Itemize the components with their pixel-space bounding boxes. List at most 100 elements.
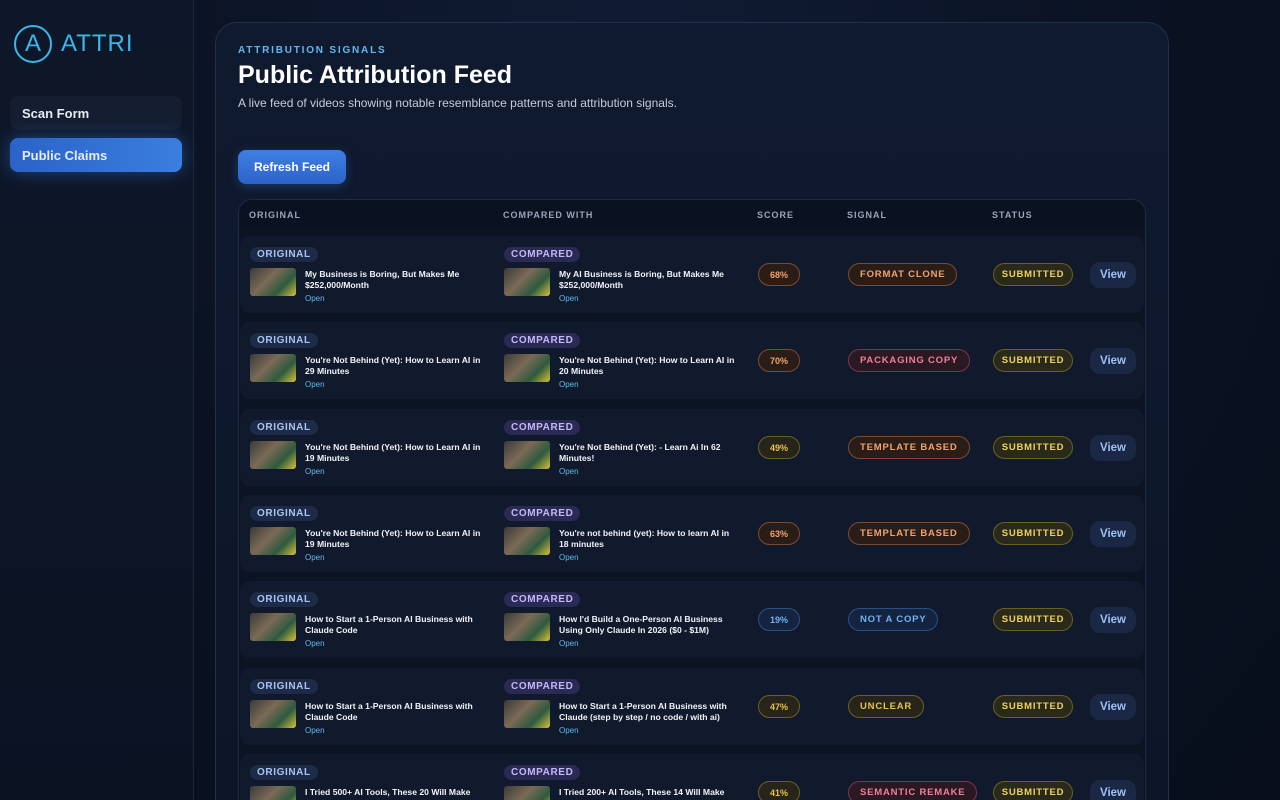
signal-badge: PACKAGING COPY [848, 349, 971, 372]
status-badge: SUBMITTED [993, 781, 1073, 800]
original-tag: ORIGINAL [250, 247, 318, 262]
score-badge: 19% [758, 608, 800, 631]
table-row: ORIGINAL How to Start a 1-Person AI Busi… [240, 668, 1144, 745]
original-thumbnail[interactable] [250, 527, 296, 555]
brand[interactable]: A ATTRI [14, 25, 134, 63]
compared-thumbnail[interactable] [504, 786, 550, 800]
status-badge: SUBMITTED [993, 263, 1073, 286]
brand-logo-icon: A [14, 25, 52, 63]
original-tag: ORIGINAL [250, 765, 318, 780]
original-title: You're Not Behind (Yet): How to Learn AI… [305, 442, 481, 463]
original-open-link[interactable]: Open [305, 380, 325, 389]
original-thumbnail[interactable] [250, 441, 296, 469]
signal-badge: SEMANTIC REMAKE [848, 781, 978, 800]
original-tag: ORIGINAL [250, 506, 318, 521]
original-thumbnail[interactable] [250, 786, 296, 800]
score-badge: 49% [758, 436, 800, 459]
eyebrow-label: ATTRIBUTION SIGNALS [238, 45, 387, 56]
status-badge: SUBMITTED [993, 522, 1073, 545]
page-subtitle: A live feed of videos showing notable re… [238, 96, 677, 110]
original-title: How to Start a 1-Person AI Business with… [305, 701, 473, 722]
original-thumbnail[interactable] [250, 354, 296, 382]
nav-public-claims[interactable]: Public Claims [10, 138, 182, 172]
original-thumbnail[interactable] [250, 613, 296, 641]
table-row: ORIGINAL You're Not Behind (Yet): How to… [240, 322, 1144, 399]
original-title: You're Not Behind (Yet): How to Learn AI… [305, 355, 481, 376]
compared-thumbnail[interactable] [504, 613, 550, 641]
column-score: SCORE [757, 210, 795, 220]
nav-scan-form[interactable]: Scan Form [10, 96, 182, 130]
refresh-feed-button[interactable]: Refresh Feed [238, 150, 346, 184]
compared-title: I Tried 200+ AI Tools, These 14 Will Mak… [559, 787, 725, 797]
original-tag: ORIGINAL [250, 333, 318, 348]
score-badge: 70% [758, 349, 800, 372]
original-thumbnail[interactable] [250, 268, 296, 296]
column-compared: COMPARED WITH [503, 210, 594, 220]
original-thumbnail[interactable] [250, 700, 296, 728]
column-status: STATUS [992, 210, 1033, 220]
compared-open-link[interactable]: Open [559, 294, 579, 303]
original-title: I Tried 500+ AI Tools, These 20 Will Mak… [305, 787, 471, 797]
view-button[interactable]: View [1090, 262, 1136, 288]
original-tag: ORIGINAL [250, 592, 318, 607]
attribution-table: ORIGINAL COMPARED WITH SCORE SIGNAL STAT… [238, 199, 1146, 800]
table-row: ORIGINAL How to Start a 1-Person AI Busi… [240, 581, 1144, 658]
view-button[interactable]: View [1090, 521, 1136, 547]
compared-thumbnail[interactable] [504, 268, 550, 296]
compared-title: How to Start a 1-Person AI Business with… [559, 701, 727, 722]
column-signal: SIGNAL [847, 210, 888, 220]
view-button[interactable]: View [1090, 348, 1136, 374]
compared-thumbnail[interactable] [504, 441, 550, 469]
view-button[interactable]: View [1090, 607, 1136, 633]
brand-name: ATTRI [61, 30, 134, 57]
original-open-link[interactable]: Open [305, 639, 325, 648]
compared-open-link[interactable]: Open [559, 639, 579, 648]
compared-thumbnail[interactable] [504, 354, 550, 382]
compared-title: You're Not Behind (Yet): How to Learn AI… [559, 355, 735, 376]
compared-tag: COMPARED [504, 333, 581, 348]
compared-open-link[interactable]: Open [559, 467, 579, 476]
compared-open-link[interactable]: Open [559, 726, 579, 735]
signal-badge: TEMPLATE BASED [848, 436, 970, 459]
signal-badge: FORMAT CLONE [848, 263, 958, 286]
original-open-link[interactable]: Open [305, 467, 325, 476]
compared-thumbnail[interactable] [504, 527, 550, 555]
signal-badge: NOT A COPY [848, 608, 939, 631]
compared-tag: COMPARED [504, 765, 581, 780]
table-row: ORIGINAL You're Not Behind (Yet): How to… [240, 409, 1144, 486]
original-open-link[interactable]: Open [305, 726, 325, 735]
original-open-link[interactable]: Open [305, 294, 325, 303]
compared-tag: COMPARED [504, 592, 581, 607]
table-header: ORIGINAL COMPARED WITH SCORE SIGNAL STAT… [239, 200, 1145, 230]
original-tag: ORIGINAL [250, 679, 318, 694]
compared-title: How I'd Build a One-Person AI Business U… [559, 614, 723, 635]
view-button[interactable]: View [1090, 780, 1136, 800]
compared-title: You're not behind (yet): How to learn AI… [559, 528, 730, 549]
compared-open-link[interactable]: Open [559, 380, 579, 389]
table-row: ORIGINAL My Business is Boring, But Make… [240, 236, 1144, 313]
score-badge: 47% [758, 695, 800, 718]
view-button[interactable]: View [1090, 435, 1136, 461]
score-badge: 63% [758, 522, 800, 545]
compared-tag: COMPARED [504, 247, 581, 262]
sidebar: A ATTRI Scan Form Public Claims [0, 0, 194, 800]
compared-thumbnail[interactable] [504, 700, 550, 728]
compared-title: You're Not Behind (Yet): - Learn Ai In 6… [559, 442, 721, 463]
page-title: Public Attribution Feed [238, 61, 513, 89]
original-title: How to Start a 1-Person AI Business with… [305, 614, 473, 635]
compared-tag: COMPARED [504, 506, 581, 521]
status-badge: SUBMITTED [993, 695, 1073, 718]
original-open-link[interactable]: Open [305, 553, 325, 562]
compared-title: My AI Business is Boring, But Makes Me $… [559, 269, 724, 290]
status-badge: SUBMITTED [993, 608, 1073, 631]
status-badge: SUBMITTED [993, 436, 1073, 459]
original-title: You're Not Behind (Yet): How to Learn AI… [305, 528, 481, 549]
signal-badge: UNCLEAR [848, 695, 925, 718]
table-row: ORIGINAL I Tried 500+ AI Tools, These 20… [240, 754, 1144, 800]
view-button[interactable]: View [1090, 694, 1136, 720]
status-badge: SUBMITTED [993, 349, 1073, 372]
table-row: ORIGINAL You're Not Behind (Yet): How to… [240, 495, 1144, 572]
compared-tag: COMPARED [504, 420, 581, 435]
signal-badge: TEMPLATE BASED [848, 522, 970, 545]
compared-open-link[interactable]: Open [559, 553, 579, 562]
